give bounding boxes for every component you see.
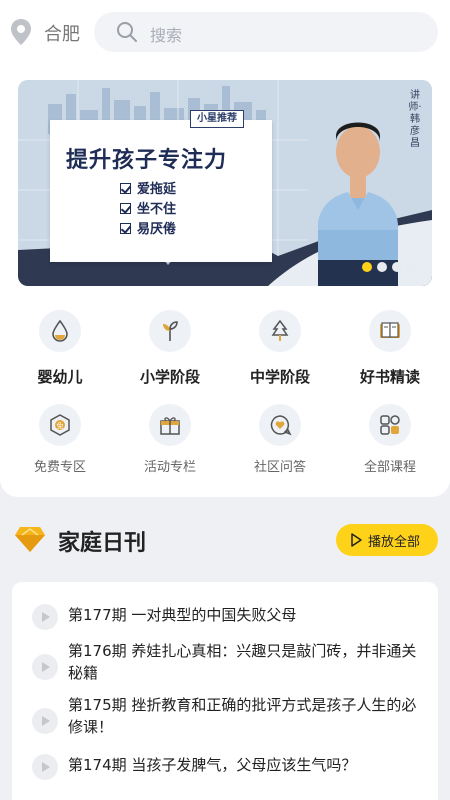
banner-item: 爱拖延: [120, 178, 176, 197]
heart-chat-icon: [270, 415, 292, 436]
promo-banner[interactable]: 小星推荐 提升孩子专注力 爱拖延 坐不住 易厌倦 讲师·韩彦昌: [18, 80, 432, 286]
carousel-dot-active[interactable]: [362, 262, 372, 272]
diamond-icon: [15, 527, 45, 552]
play-icon: [351, 533, 362, 547]
play-icon[interactable]: [32, 754, 58, 780]
list-item[interactable]: 第176期 养娃扎心真相：兴趣只是敲门砖，并非通关秘籍: [12, 640, 438, 690]
category-label: 好书精读: [359, 368, 420, 386]
banner-item: 易厌倦: [120, 218, 176, 237]
free-badge-icon: 免: [50, 414, 70, 436]
category-label: 免费专区: [33, 460, 86, 475]
daily-section-header: 家庭日刊 播放全部: [0, 515, 450, 565]
checkbox-icon: [120, 223, 131, 234]
top-card: 合肥 搜索 小星推荐 提升孩子专注力 爱拖延 坐不住 易厌倦 讲师·韩彦昌 婴幼…: [0, 0, 450, 497]
book-icon: [380, 322, 400, 338]
episode-title: 第176期 养娃扎心真相：兴趣只是敲门砖，并非通关秘籍: [68, 642, 417, 682]
play-icon[interactable]: [32, 604, 58, 630]
category-infant[interactable]: 婴幼儿: [10, 310, 110, 387]
banner-item: 坐不住: [120, 198, 176, 217]
list-item[interactable]: 第177期 一对典型的中国失败父母: [12, 600, 438, 630]
teacher-label: 讲师·韩彦昌: [408, 90, 422, 149]
sprout-icon: [163, 321, 178, 341]
category-middle-school[interactable]: 中学阶段: [230, 310, 330, 387]
tree-icon: [271, 319, 289, 341]
carousel-dot[interactable]: [377, 262, 387, 272]
list-item[interactable]: 第174期 当孩子发脾气，父母应该生气吗？: [12, 754, 438, 784]
svg-text:免: 免: [57, 421, 64, 430]
episode-list: 第177期 一对典型的中国失败父母 第176期 养娃扎心真相：兴趣只是敲门砖，并…: [12, 582, 438, 800]
checkbox-icon: [120, 203, 131, 214]
header: 合肥 搜索: [0, 0, 450, 64]
search-placeholder: 搜索: [150, 26, 183, 45]
carousel-dot[interactable]: [407, 262, 417, 272]
drop-icon: [52, 319, 68, 342]
grid-icon: [380, 415, 400, 435]
category-activities[interactable]: 活动专栏: [120, 404, 220, 475]
list-item[interactable]: 第175期 挫折教育和正确的批评方式是孩子人生的必修课！: [12, 694, 438, 744]
category-community-qa[interactable]: 社区问答: [230, 404, 330, 475]
banner-title: 提升孩子专注力: [66, 148, 228, 173]
category-primary-school[interactable]: 小学阶段: [120, 310, 220, 387]
category-book-reading[interactable]: 好书精读: [340, 310, 440, 387]
location-pin-icon[interactable]: [10, 18, 32, 46]
category-label: 中学阶段: [249, 368, 310, 386]
recommend-tag: 小星推荐: [190, 110, 244, 128]
city-selector[interactable]: 合肥: [44, 20, 80, 46]
gift-icon: [160, 417, 180, 435]
play-all-button[interactable]: 播放全部: [336, 524, 438, 556]
category-label: 活动专栏: [143, 460, 196, 475]
play-icon[interactable]: [32, 654, 58, 680]
category-label: 婴幼儿: [37, 368, 83, 386]
category-label: 社区问答: [253, 460, 306, 475]
episode-title: 第177期 一对典型的中国失败父母: [68, 606, 297, 624]
episode-title: 第175期 挫折教育和正确的批评方式是孩子人生的必修课！: [68, 696, 417, 736]
category-free-zone[interactable]: 免 免费专区: [10, 404, 110, 475]
section-title: 家庭日刊: [58, 531, 147, 556]
carousel-dot[interactable]: [392, 262, 402, 272]
play-icon[interactable]: [32, 708, 58, 734]
search-bar[interactable]: 搜索: [94, 12, 438, 52]
category-all-courses[interactable]: 全部课程: [340, 404, 440, 475]
category-label: 全部课程: [363, 460, 416, 475]
search-icon: [117, 22, 137, 42]
checkbox-icon: [120, 183, 131, 194]
episode-title: 第174期 当孩子发脾气，父母应该生气吗？: [68, 756, 357, 774]
category-label: 小学阶段: [139, 368, 200, 386]
